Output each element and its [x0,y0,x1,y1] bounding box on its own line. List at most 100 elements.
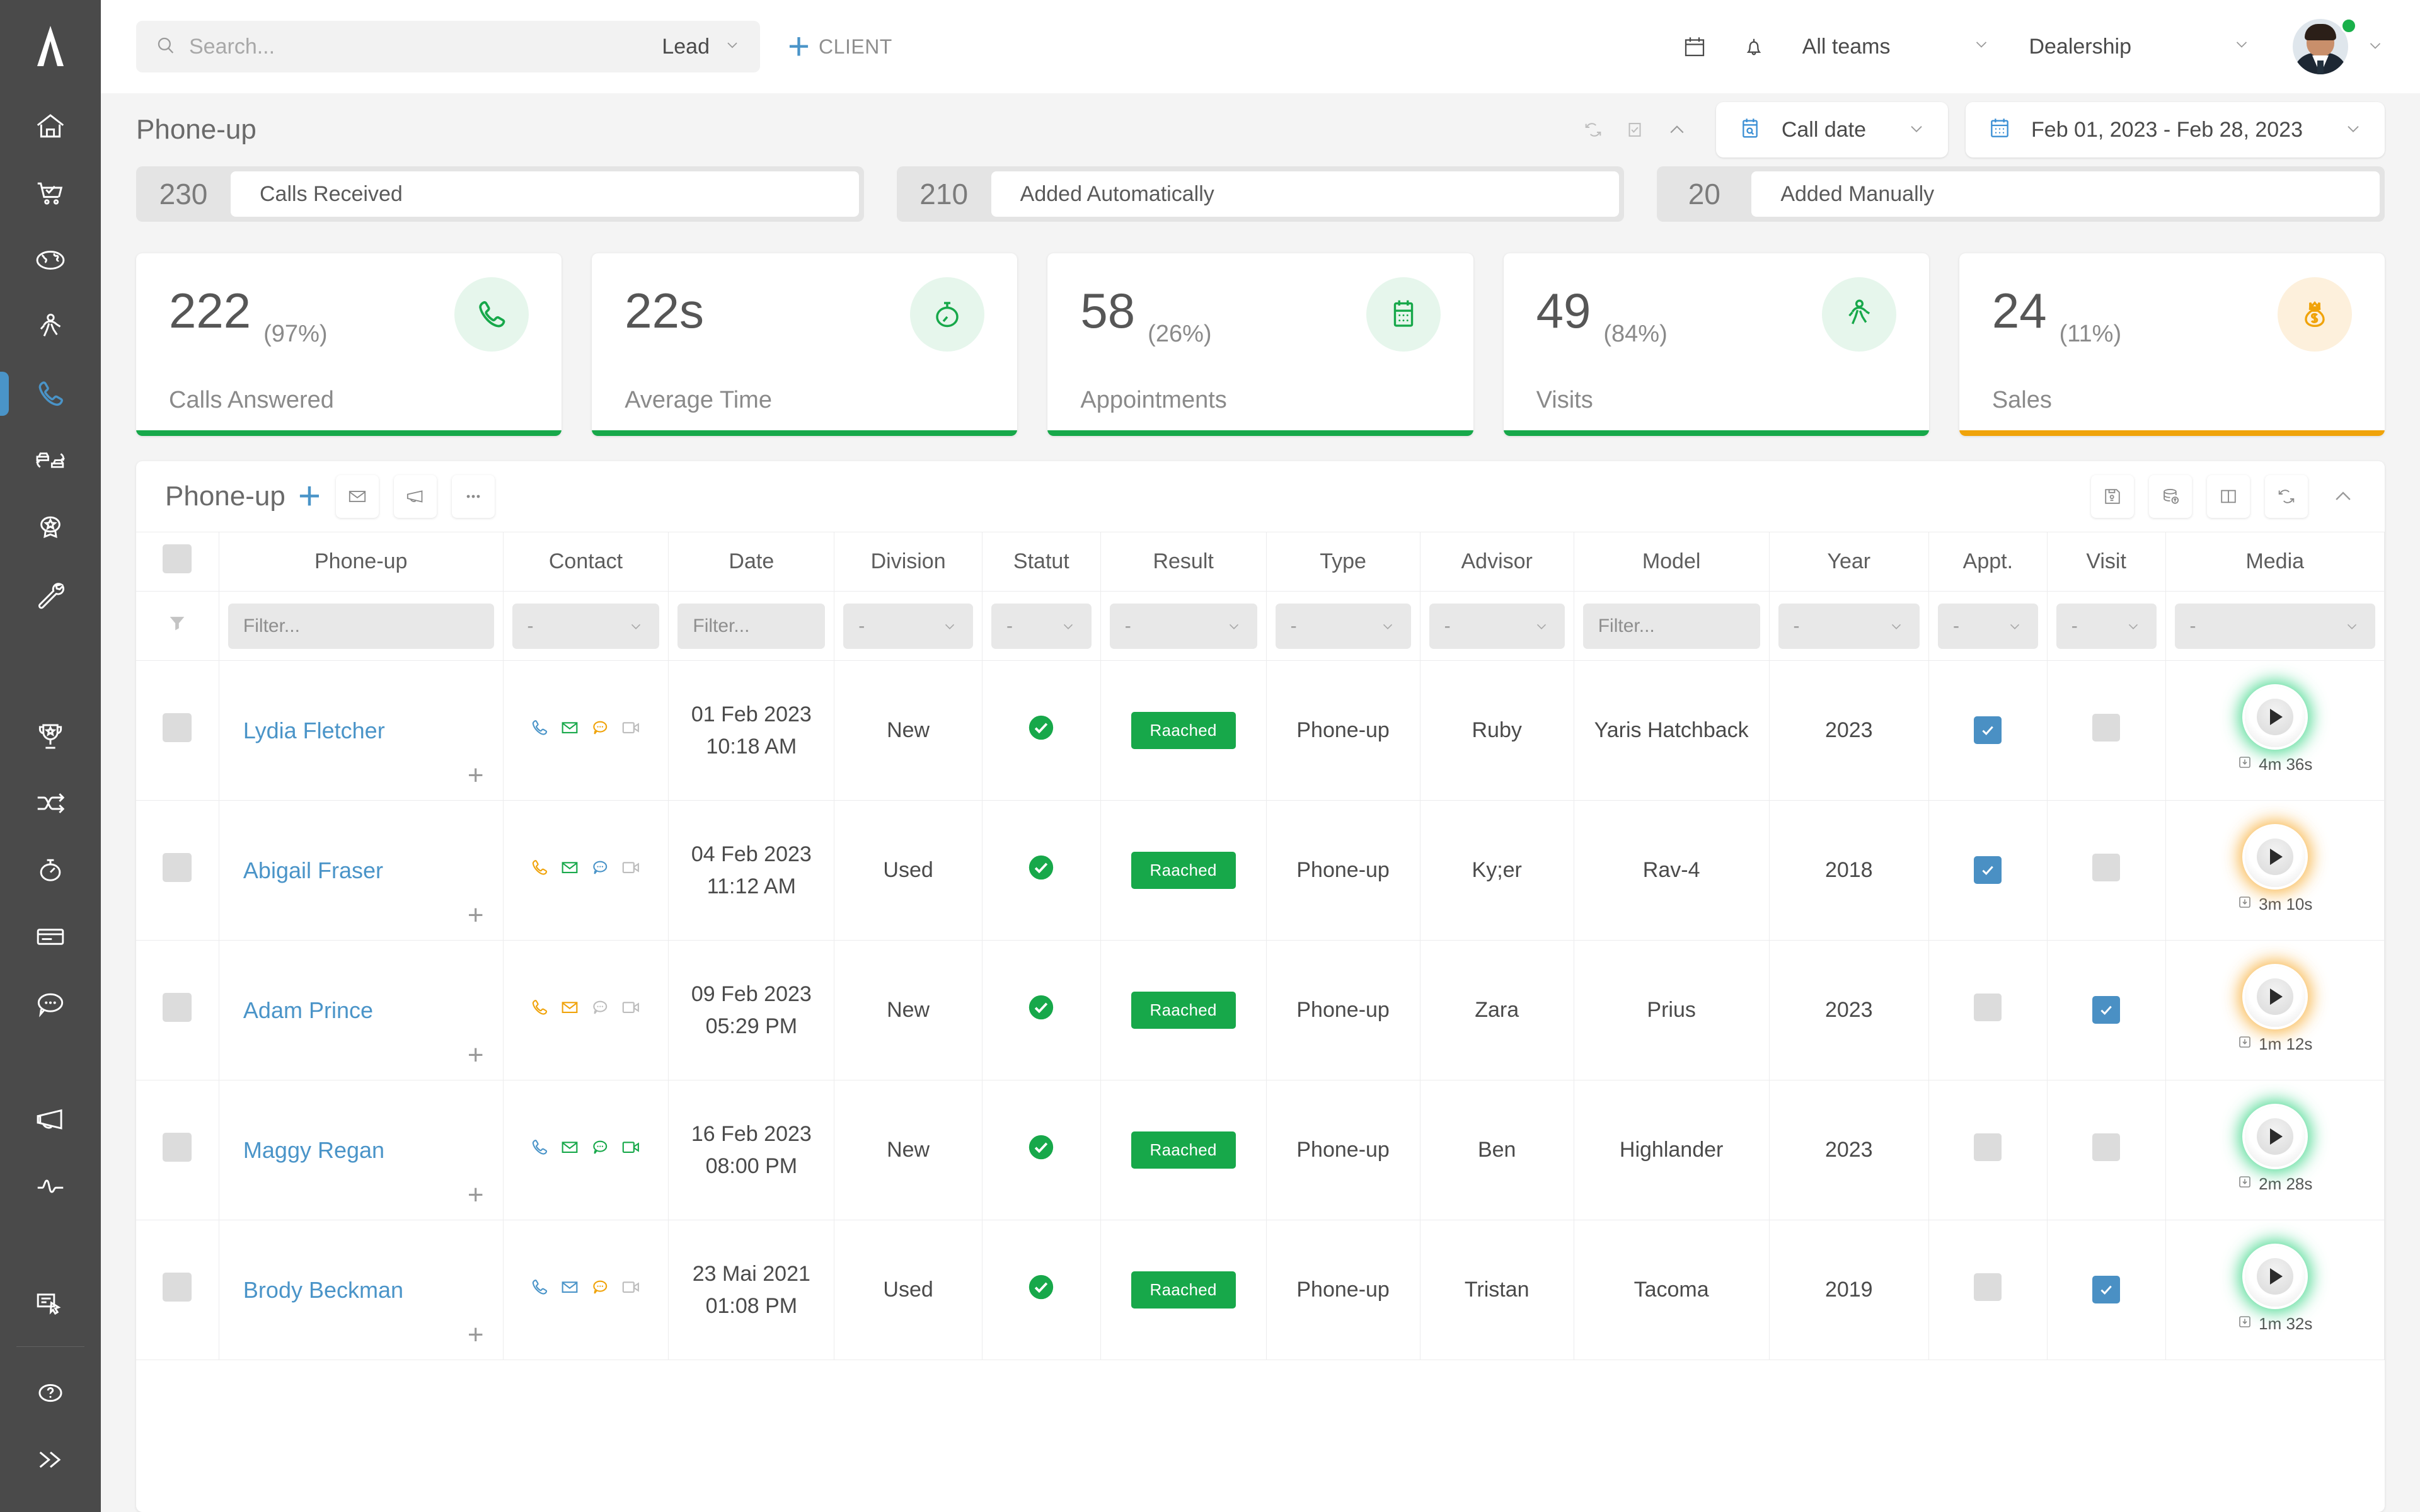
download-icon[interactable] [2237,1034,2252,1054]
filter-type[interactable]: - [1266,591,1420,661]
sidebar-item-performance[interactable] [0,837,101,903]
calendar-icon[interactable] [1665,33,1724,60]
collapse-chevron-icon[interactable] [1656,118,1698,141]
filter-input[interactable]: Filter... [1582,603,1760,649]
filter-select[interactable]: - [843,603,973,649]
chat-bubble-icon[interactable] [589,1276,611,1303]
row-media-cell[interactable]: 2m 28s [2165,1080,2385,1220]
row-checkbox[interactable] [163,1133,192,1162]
play-button[interactable] [2244,966,2305,1027]
row-name-cell[interactable]: Adam Prince + [219,940,504,1080]
sidebar-item-help[interactable] [0,1360,101,1426]
filter-select[interactable]: - [1275,603,1411,649]
columns-icon[interactable] [2207,475,2250,518]
video-icon[interactable] [619,1276,642,1303]
phone-icon[interactable] [529,857,550,884]
column-header-visit[interactable]: Visit [2047,532,2166,592]
chat-bubble-icon[interactable] [589,717,611,744]
contact-name-link[interactable]: Brody Beckman [243,1277,403,1303]
row-name-cell[interactable]: Maggy Regan + [219,1080,504,1220]
sidebar-item-analytics[interactable] [0,1153,101,1220]
filter-input[interactable]: Filter... [677,603,826,649]
phone-icon[interactable] [529,1137,550,1164]
row-checkbox[interactable] [163,713,192,742]
video-icon[interactable] [619,997,642,1024]
row-appt-cell[interactable] [1928,1080,2048,1220]
row-media-cell[interactable]: 3m 10s [2165,800,2385,941]
row-visit-cell[interactable] [2047,1220,2166,1360]
contact-name-link[interactable]: Lydia Fletcher [243,718,385,743]
filter-year[interactable]: - [1769,591,1930,661]
row-visit-cell[interactable] [2047,940,2166,1080]
funnel-icon[interactable] [166,615,188,639]
appt-checkbox[interactable] [1974,1273,2002,1301]
envelope-icon[interactable] [559,857,580,884]
column-header-appt[interactable]: Appt. [1928,532,2048,592]
sidebar-item-messages[interactable] [0,970,101,1037]
row-visit-cell[interactable] [2047,660,2166,801]
filter-statut[interactable]: - [982,591,1101,661]
row-appt-cell[interactable] [1928,800,2048,941]
download-icon[interactable] [2237,1174,2252,1194]
filter-select[interactable]: - [2174,603,2375,649]
visit-checkbox[interactable] [2092,714,2121,742]
refresh-icon[interactable] [2265,475,2308,518]
row-appt-cell[interactable] [1928,1220,2048,1360]
search-input[interactable] [189,34,650,59]
visit-checkbox[interactable] [2092,1133,2121,1161]
play-button[interactable] [2244,1106,2305,1167]
envelope-icon[interactable] [559,717,580,744]
checkbox-task-icon[interactable] [1614,119,1656,140]
appt-checkbox[interactable] [1974,856,2002,884]
megaphone-icon[interactable] [394,475,437,518]
chat-bubble-icon[interactable] [589,1137,611,1164]
play-button[interactable] [2244,827,2305,887]
contact-name-link[interactable]: Abigail Fraser [243,857,383,883]
filter-division[interactable]: - [834,591,982,661]
filter-select[interactable]: - [991,603,1092,649]
play-button[interactable] [2244,1246,2305,1307]
sidebar-item-walk-in[interactable] [0,294,101,360]
envelope-icon[interactable] [559,1276,580,1303]
column-header-statut[interactable]: Statut [982,532,1101,592]
sidebar-item-expand[interactable] [0,1426,101,1493]
save-icon[interactable] [2091,475,2134,518]
visit-checkbox[interactable] [2092,1276,2121,1303]
filter-contact[interactable]: - [503,591,669,661]
table-row[interactable]: Abigail Fraser + 04 Feb 2023 11:12 AM Us… [136,800,2385,941]
dealership-select[interactable]: Dealership [2010,35,2270,59]
column-header-contact[interactable]: Contact [503,532,669,592]
row-checkbox[interactable] [163,993,192,1022]
row-name-cell[interactable]: Lydia Fletcher + [219,660,504,801]
table-row[interactable]: Adam Prince + 09 Feb 2023 05:29 PM New R… [136,940,2385,1080]
column-header-result[interactable]: Result [1100,532,1267,592]
filter-phone-up[interactable]: Filter... [219,591,504,661]
add-phone-up-button[interactable]: + [298,477,321,516]
row-add-icon[interactable]: + [468,901,484,929]
filter-select[interactable]: - [1429,603,1565,649]
filter-input[interactable]: Filter... [228,603,494,649]
appt-checkbox[interactable] [1974,1133,2002,1161]
sidebar-item-workflow[interactable] [0,770,101,837]
filter-result[interactable]: - [1100,591,1267,661]
select-all-header[interactable] [136,532,219,592]
contact-name-link[interactable]: Maggy Regan [243,1137,384,1163]
row-select-cell[interactable] [136,1220,219,1360]
sidebar-item-service[interactable] [0,561,101,627]
envelope-icon[interactable] [336,475,379,518]
sidebar-item-home[interactable] [0,93,101,160]
column-header-year[interactable]: Year [1769,532,1930,592]
filter-select[interactable]: - [1938,603,2038,649]
ellipsis-icon[interactable] [452,475,495,518]
user-menu[interactable] [2293,18,2385,74]
phone-icon[interactable] [529,997,550,1024]
appt-checkbox[interactable] [1974,994,2002,1021]
column-header-media[interactable]: Media [2165,532,2385,592]
refresh-icon[interactable] [1572,119,1614,140]
sidebar-item-web-leads[interactable] [0,227,101,294]
filter-advisor[interactable]: - [1420,591,1574,661]
download-icon[interactable] [2237,1314,2252,1334]
visit-checkbox[interactable] [2092,996,2121,1024]
row-add-icon[interactable]: + [468,761,484,789]
visit-checkbox[interactable] [2092,854,2121,881]
